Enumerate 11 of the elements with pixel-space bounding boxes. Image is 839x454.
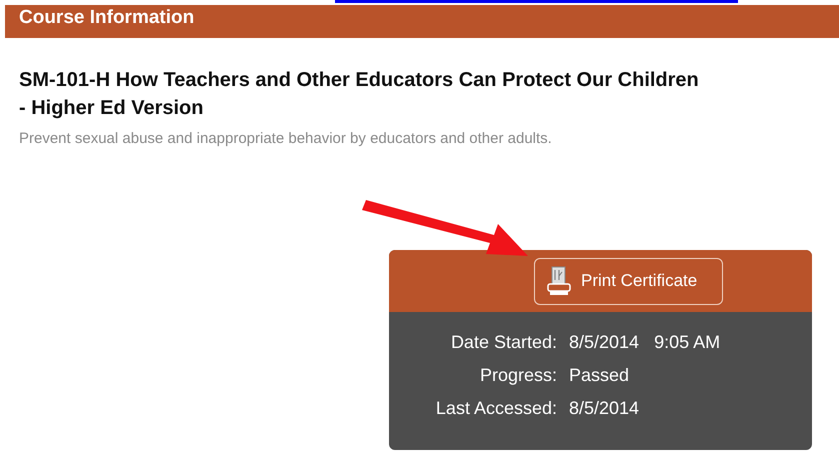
course-description: Prevent sexual abuse and inappropriate behavior by educators and other adults. — [19, 130, 553, 147]
detail-label: Progress: — [478, 365, 557, 386]
detail-value: Passed — [569, 365, 630, 386]
detail-label: Date Started: — [450, 332, 557, 353]
print-certificate-button[interactable]: Print Certificate — [534, 258, 723, 304]
detail-label: Last Accessed: — [434, 398, 557, 419]
section-header: Course Information — [5, 5, 839, 38]
printer-icon — [547, 266, 571, 296]
detail-value: 8/5/2014 — [569, 398, 640, 419]
detail-value: 8/5/2014 9:05 AM — [569, 332, 722, 353]
course-title: SM-101-H How Teachers and Other Educators Can Protect Our Children - Higher Ed Version — [19, 68, 699, 121]
